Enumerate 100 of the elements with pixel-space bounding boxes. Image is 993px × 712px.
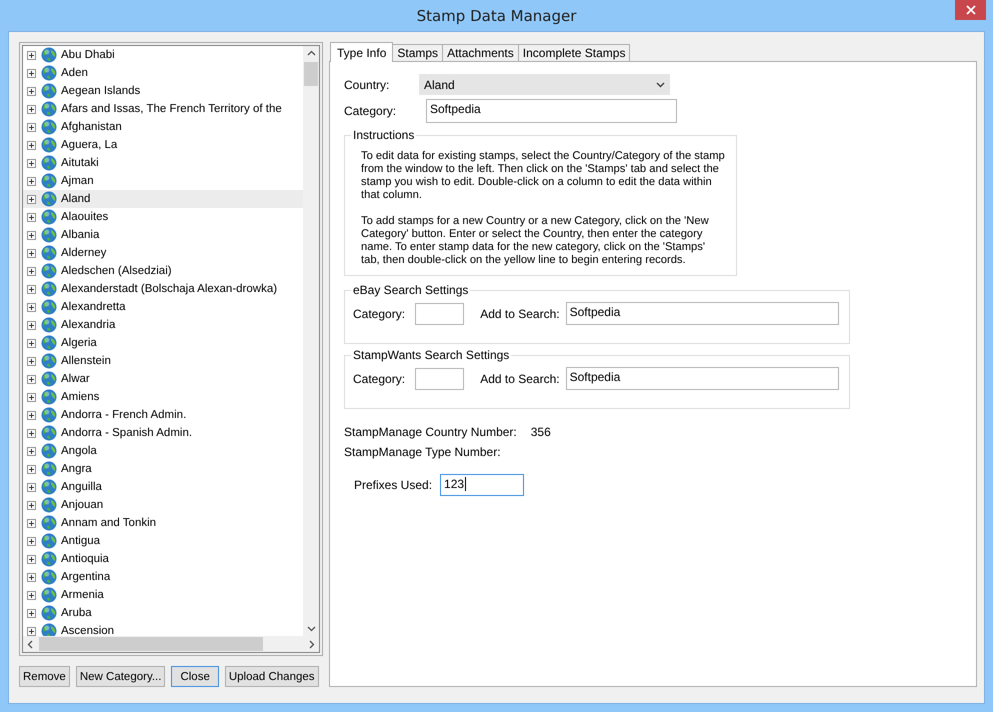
tree-item[interactable]: Anjouan [23,496,303,514]
tree-item[interactable]: Aden [23,64,303,82]
tree-item[interactable]: Aguera, La [23,136,303,154]
expand-icon[interactable] [27,104,36,114]
expand-icon[interactable] [27,446,36,456]
country-dropdown[interactable]: Aland [419,74,670,95]
tree-item[interactable]: Alderney [23,244,303,262]
tree-item[interactable]: Aitutaki [23,154,303,172]
tree-item[interactable]: Alaouites [23,208,303,226]
scroll-thumb[interactable] [304,62,318,86]
tree-item[interactable]: Antigua [23,532,303,550]
tree-item[interactable]: Alexanderstadt (Bolschaja Alexan-drowka) [23,280,303,298]
dialog-button[interactable]: New Category... [76,666,166,687]
expand-icon[interactable] [27,194,36,204]
tree-item[interactable]: Andorra - French Admin. [23,406,303,424]
tree-item[interactable]: Alwar [23,370,303,388]
expand-icon[interactable] [27,158,36,168]
scroll-thumb[interactable] [39,637,263,651]
field-label: Prefixes Used: [354,478,432,492]
tree-item[interactable]: Aland [23,190,303,208]
expand-icon[interactable] [27,302,36,312]
globe-icon [41,587,57,603]
tree-item[interactable]: Argentina [23,568,303,586]
expand-icon[interactable] [27,518,36,528]
globe-icon [41,317,57,333]
tree-item[interactable]: Allenstein [23,352,303,370]
horizontal-scrollbar[interactable] [23,636,319,652]
expand-icon[interactable] [27,50,36,60]
add-to-search-field[interactable]: Softpedia [566,302,839,325]
expand-icon[interactable] [27,266,36,276]
expand-icon[interactable] [27,464,36,474]
tree-item[interactable]: Alexandria [23,316,303,334]
expand-icon[interactable] [27,374,36,384]
expand-icon[interactable] [27,230,36,240]
tree-item[interactable]: Abu Dhabi [23,46,303,64]
tab[interactable]: Stamps [392,44,444,61]
close-button[interactable] [955,0,986,20]
prefixes-field[interactable]: 123 [440,474,524,496]
expand-icon[interactable] [27,140,36,150]
expand-icon[interactable] [27,572,36,582]
tree-item[interactable]: Alexandretta [23,298,303,316]
category-field[interactable] [414,368,464,390]
tab[interactable]: Incomplete Stamps [518,44,630,61]
tree-item-label: Aland [61,193,90,205]
tree-item[interactable]: Amiens [23,388,303,406]
tree-item[interactable]: Albania [23,226,303,244]
tree-item[interactable]: Afars and Issas, The French Territory of the [23,100,303,118]
tree-item-label: Andorra - French Admin. [61,409,186,421]
expand-icon[interactable] [27,212,36,222]
dialog-button[interactable]: Close [171,666,219,687]
expand-icon[interactable] [27,590,36,600]
globe-icon [41,497,57,513]
expand-icon[interactable] [27,122,36,132]
expand-icon[interactable] [27,608,36,618]
tree-item[interactable]: Ajman [23,172,303,190]
dialog-button[interactable]: Upload Changes [224,666,319,687]
tree-item[interactable]: Afghanistan [23,118,303,136]
expand-icon[interactable] [27,68,36,78]
field-label: Category: [353,306,406,320]
add-to-search-field[interactable]: Softpedia [566,367,839,390]
expand-icon[interactable] [27,176,36,186]
dialog-button[interactable]: Remove [19,666,70,687]
scroll-left-icon[interactable] [27,640,33,648]
tree-item[interactable]: Annam and Tonkin [23,514,303,532]
expand-icon[interactable] [27,248,36,258]
tree-item[interactable]: Armenia [23,586,303,604]
expand-icon[interactable] [27,356,36,366]
tree-item[interactable]: Angola [23,442,303,460]
expand-icon[interactable] [27,392,36,402]
scroll-down-icon[interactable] [306,626,316,632]
tree-item-label: Aden [61,67,88,79]
expand-icon[interactable] [27,536,36,546]
expand-icon[interactable] [27,284,36,294]
tree-item[interactable]: Algeria [23,334,303,352]
vertical-scrollbar[interactable] [303,46,319,636]
expand-icon[interactable] [27,86,36,96]
tree-item[interactable]: Aegean Islands [23,82,303,100]
expand-icon[interactable] [27,626,36,636]
scroll-up-icon[interactable] [306,50,316,56]
expand-icon[interactable] [27,500,36,510]
expand-icon[interactable] [27,482,36,492]
tree-item-label: Angra [61,463,92,475]
expand-icon[interactable] [27,554,36,564]
category-field[interactable] [414,302,464,324]
expand-icon[interactable] [27,410,36,420]
globe-icon [41,407,57,423]
globe-icon [41,299,57,315]
tree-item[interactable]: Angra [23,460,303,478]
scroll-right-icon[interactable] [309,640,315,648]
tree-item[interactable]: Aruba [23,604,303,622]
tree-item[interactable]: Anguilla [23,478,303,496]
tab[interactable]: Type Info [330,42,394,62]
globe-icon [41,119,57,135]
tree-item[interactable]: Antioquia [23,550,303,568]
expand-icon[interactable] [27,428,36,438]
tree-item[interactable]: Andorra - Spanish Admin. [23,424,303,442]
tree-item[interactable]: Aledschen (Alsedziai) [23,262,303,280]
expand-icon[interactable] [27,320,36,330]
category-field[interactable]: Softpedia [426,99,677,123]
expand-icon[interactable] [27,338,36,348]
